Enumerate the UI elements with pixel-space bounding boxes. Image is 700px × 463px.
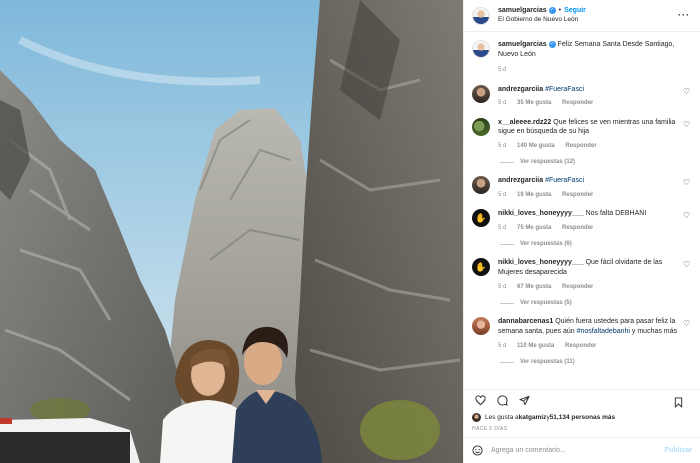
comment-likes[interactable]: 19 Me gusta (517, 192, 551, 198)
comment-text: Nos falta DEBHANI (585, 210, 647, 218)
instagram-post: samuelgarcias ✓ • Seguir El Gobierno de Nue… (0, 0, 700, 463)
emoji-icon[interactable] (472, 445, 483, 456)
comment-text[interactable]: #FueraFasci (545, 86, 584, 93)
comment-username[interactable]: nikki_loves_honeyyyy___ (498, 210, 584, 217)
comment-text[interactable]: #FueraFasci (545, 177, 584, 184)
comment-username[interactable]: nikki_loves_honeyyyy___ (498, 259, 584, 266)
reply-button[interactable]: Responder (565, 143, 596, 149)
comment-box: Agrega un comentario... Publicar (464, 437, 700, 463)
verified-icon: ✓ (548, 7, 556, 15)
comment-time[interactable]: 5 d (498, 225, 506, 231)
heart-icon[interactable]: ♡ (683, 211, 690, 220)
caption: samuelgarcias ✓ Feliz Semana Santa Desde … (472, 40, 692, 75)
likes-count[interactable]: 51,134 personas más (550, 414, 615, 421)
follow-button[interactable]: Seguir (564, 7, 586, 14)
comment-hashtag[interactable]: #nosfaltadebanhi (577, 328, 630, 335)
avatar[interactable]: ✋ (472, 209, 490, 228)
share-icon[interactable] (516, 394, 532, 408)
heart-icon[interactable]: ♡ (683, 178, 690, 187)
comment-likes[interactable]: 35 Me gusta (517, 100, 551, 106)
avatar[interactable] (472, 6, 490, 25)
liker-username[interactable]: katgamiz (519, 414, 547, 421)
comment-username[interactable]: dannabarcenas1 (498, 318, 553, 325)
comment-username[interactable]: x__aleeee.rdz22 (498, 119, 551, 126)
action-bar (464, 389, 700, 411)
comment-item: ✋ nikki_loves_honeyyyy___ Nos falta DEBH… (472, 209, 692, 248)
more-icon[interactable]: ··· (678, 10, 690, 20)
avatar[interactable] (472, 84, 490, 103)
heart-icon[interactable]: ♡ (683, 319, 690, 328)
separator-dot: • (558, 7, 562, 15)
post-timestamp[interactable]: Hace 5 días (464, 422, 700, 437)
avatar[interactable] (472, 40, 490, 58)
save-icon[interactable] (670, 395, 686, 409)
avatar[interactable] (472, 117, 490, 136)
avatar[interactable] (472, 317, 490, 336)
comment-time[interactable]: 5 d (498, 100, 506, 106)
heart-icon[interactable] (472, 394, 488, 408)
post-photo[interactable] (0, 0, 463, 463)
view-replies-button[interactable]: Ver respuestas (6) (498, 240, 686, 248)
comment-item: andrezgarciia #FueraFasci 5 d 19 Me gust… (472, 176, 692, 199)
comment-likes[interactable]: 110 Me gusta (517, 343, 554, 349)
comment-item: andrezgarciia #FueraFasci 5 d 35 Me gust… (472, 84, 692, 108)
canyon-photo (0, 0, 463, 463)
reply-button[interactable]: Responder (562, 284, 593, 290)
comment-text-end: y muchas más (629, 327, 678, 335)
location-link[interactable]: El Gobierno de Nuevo León (498, 16, 586, 25)
avatar[interactable] (472, 413, 481, 422)
reply-button[interactable]: Responder (562, 100, 593, 106)
comment-item: ✋ nikki_loves_honeyyyy___ Que fácil olvi… (472, 258, 692, 307)
view-replies-button[interactable]: Ver respuestas (5) (498, 299, 686, 307)
comment-icon[interactable] (494, 394, 510, 408)
reply-button[interactable]: Responder (562, 192, 593, 198)
heart-icon[interactable]: ♡ (683, 87, 690, 96)
comment-time[interactable]: 5 d (498, 343, 506, 349)
likes-summary: Les gusta a katgamiz y 51,134 personas m… (464, 411, 700, 422)
post-sidebar: samuelgarcias ✓ • Seguir El Gobierno de Nue… (463, 0, 700, 463)
publish-button[interactable]: Publicar (664, 447, 692, 454)
view-replies-button[interactable]: Ver respuestas (12) (498, 158, 686, 166)
comment-likes[interactable]: 140 Me gusta (517, 143, 555, 149)
comment-input[interactable]: Agrega un comentario... (491, 447, 566, 454)
reply-button[interactable]: Responder (562, 225, 593, 231)
post-header: samuelgarcias ✓ • Seguir El Gobierno de Nue… (464, 0, 700, 32)
comments-list[interactable]: samuelgarcias ✓ Feliz Semana Santa Desde … (464, 32, 700, 389)
comment-likes[interactable]: 67 Me gusta (517, 284, 551, 290)
comment-item: x__aleeee.rdz22 Que felices se ven mient… (472, 117, 692, 167)
comment-time[interactable]: 5 d (498, 284, 506, 290)
reply-button[interactable]: Responder (565, 343, 596, 349)
heart-icon[interactable]: ♡ (683, 120, 690, 129)
comment-likes[interactable]: 75 Me gusta (517, 225, 551, 231)
avatar[interactable] (472, 176, 490, 195)
comment-time[interactable]: 5 d (498, 192, 506, 198)
caption-time[interactable]: 5 d (498, 67, 506, 73)
view-replies-button[interactable]: Ver respuestas (11) (498, 358, 686, 366)
comment-item: dannabarcenas1 Quién fuera ustedes para … (472, 317, 692, 366)
comment-username[interactable]: andrezgarciia (498, 177, 543, 184)
caption-username[interactable]: samuelgarcias (498, 41, 547, 48)
heart-icon[interactable]: ♡ (683, 260, 690, 269)
comment-time[interactable]: 5 d (498, 143, 506, 149)
avatar[interactable]: ✋ (472, 258, 490, 277)
author-username[interactable]: samuelgarcias (498, 7, 547, 14)
comment-username[interactable]: andrezgarciia (498, 86, 543, 93)
verified-icon: ✓ (548, 40, 556, 48)
